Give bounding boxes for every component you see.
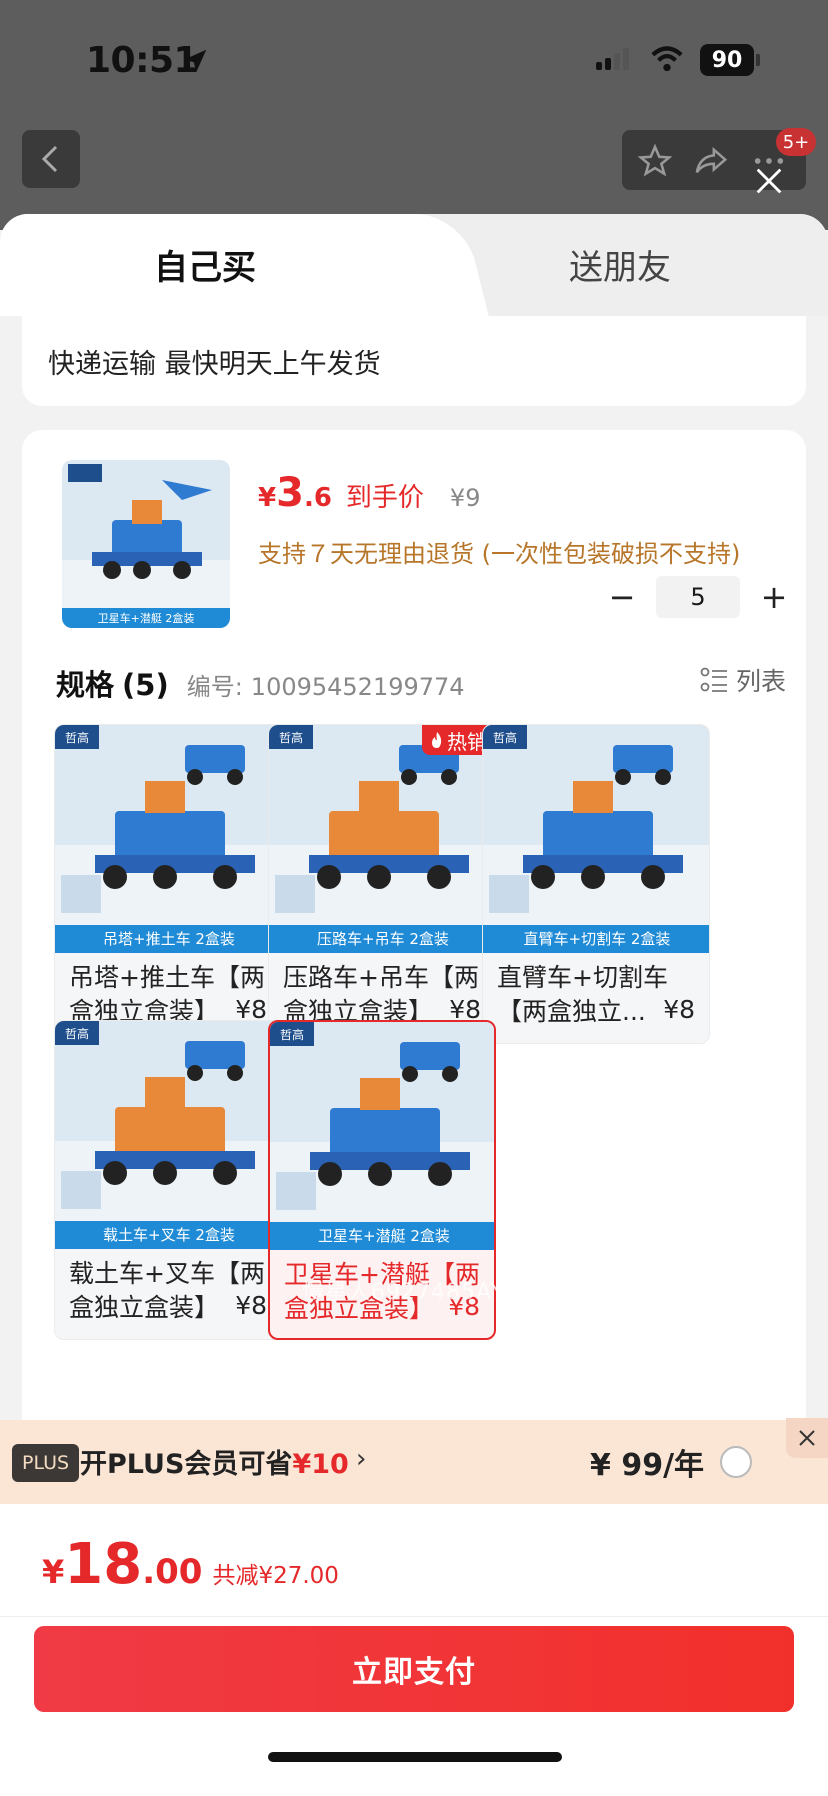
background-page: 10:51 90 5+	[0, 0, 828, 230]
watermark-text: 慢星人6927485AY	[302, 1280, 505, 1305]
option-image: 哲高卫星车+潜艇 2盒装	[270, 1022, 494, 1250]
status-bar: 10:51 90	[0, 0, 828, 110]
decrease-button[interactable]: −	[602, 577, 642, 617]
product-main-image[interactable]: 卫星车+潜艇 2盒装	[62, 460, 230, 628]
total-currency: ¥	[42, 1553, 65, 1591]
total-discount: 共减¥27.00	[212, 1563, 339, 1589]
spec-option-1[interactable]: 哲高 吊塔+推土车 2盒装 吊塔+推土车【两盒独立盒装】 ¥8	[54, 724, 282, 1044]
plus-radio[interactable]	[720, 1446, 752, 1478]
option-price: ¥8	[231, 1291, 267, 1320]
close-icon[interactable]	[752, 164, 786, 198]
increase-button[interactable]: +	[754, 577, 794, 617]
plus-text-prefix: 开PLUS会员可省	[80, 1449, 293, 1480]
option-image-caption: 吊塔+推土车 2盒装	[103, 930, 235, 948]
location-arrow-icon	[183, 49, 207, 73]
fire-icon	[432, 732, 442, 748]
close-icon	[799, 1430, 815, 1446]
purchase-sheet: 自己买 送朋友 快递运输 最快明天上午发货 卫星车+潜艇 2盒装 ¥ 3 .6 …	[0, 214, 828, 1796]
tab-buy-self-label[interactable]: 自己买	[0, 240, 410, 289]
spec-count: (5)	[122, 668, 169, 702]
quantity-input[interactable]: 5	[656, 576, 740, 618]
brand-logo: 哲高	[65, 730, 89, 745]
shipping-text: 快递运输 最快明天上午发货	[48, 349, 381, 380]
plus-price: ¥ 99/年	[590, 1448, 705, 1483]
pay-now-button[interactable]: 立即支付	[34, 1626, 794, 1712]
brand-logo: 哲高	[493, 730, 517, 745]
option-image: 哲高压路车+吊车 2盒装	[269, 725, 495, 953]
battery-tip	[756, 54, 760, 66]
chevron-right-icon: ›	[356, 1444, 367, 1474]
option-image: 哲高直臂车+切割车 2盒装	[483, 725, 709, 953]
star-icon[interactable]	[638, 144, 672, 178]
total-price: ¥ 18 .00 共减¥27.00	[42, 1532, 339, 1597]
chevron-left-icon	[41, 145, 58, 173]
product-image: 卫星车+潜艇 2盒装	[62, 460, 230, 628]
option-image-caption: 载土车+叉车 2盒装	[103, 1226, 235, 1244]
list-view-toggle[interactable]: 列表	[700, 662, 786, 698]
notification-badge: 5+	[776, 128, 816, 156]
home-indicator	[268, 1752, 562, 1762]
price-row: ¥ 3 .6 到手价 ¥9	[258, 470, 480, 516]
spec-option-3[interactable]: 哲高 直臂车+切割车 2盒装 直臂车+切割车【两盒独立... ¥8	[482, 724, 710, 1044]
list-icon	[700, 667, 727, 692]
list-view-label: 列表	[735, 667, 786, 696]
shipping-card: 快递运输 最快明天上午发货	[22, 316, 806, 406]
battery-indicator: 90	[700, 44, 754, 76]
share-icon[interactable]	[694, 144, 728, 178]
price-decimal: .6	[303, 483, 332, 513]
brand-logo: 哲高	[279, 730, 303, 745]
plus-tag: PLUS	[12, 1444, 80, 1482]
option-image-caption: 卫星车+潜艇 2盒装	[318, 1227, 450, 1245]
product-image-caption: 卫星车+潜艇 2盒装	[98, 611, 195, 625]
brand-logo: 哲高	[65, 1026, 89, 1041]
spec-code: 10095452199774	[250, 673, 465, 701]
spec-option-2[interactable]: 哲高 压路车+吊车 2盒装 压路车+吊车【两盒独立盒装】 ¥8 热销	[268, 724, 496, 1044]
option-image: 哲高载土车+叉车 2盒装	[55, 1021, 281, 1249]
tab-gift-friend[interactable]: 送朋友	[470, 240, 770, 289]
brand-logo: 哲高	[280, 1027, 304, 1042]
return-policy: 支持７天无理由退货 (一次性包装破损不支持)	[258, 540, 741, 568]
price-currency: ¥	[258, 483, 277, 513]
spec-header: 规格 (5) 编号: 10095452199774 列表	[56, 662, 786, 704]
tab-bar: 自己买 送朋友	[0, 214, 828, 316]
original-price: ¥9	[449, 484, 481, 512]
option-image: 哲高吊塔+推土车 2盒装	[55, 725, 281, 953]
plus-save-amount: ¥10	[292, 1449, 349, 1480]
back-button[interactable]	[22, 130, 80, 188]
total-decimal: .00	[142, 1552, 203, 1592]
spec-option-4[interactable]: 哲高 载土车+叉车 2盒装 载土车+叉车【两盒独立盒装】 ¥8	[54, 1020, 282, 1340]
total-integer: 18	[64, 1532, 143, 1597]
option-price: ¥8	[659, 995, 695, 1024]
spec-title: 规格	[56, 668, 115, 702]
option-image-caption: 压路车+吊车 2盒装	[317, 930, 449, 948]
wifi-icon	[651, 46, 683, 72]
signal-icon	[596, 48, 629, 70]
plus-text: 开PLUS会员可省¥10	[80, 1442, 349, 1481]
checkout-bar: ¥ 18 .00 共减¥27.00 立即支付	[0, 1504, 828, 1796]
plus-membership-bar[interactable]: PLUS 开PLUS会员可省¥10 › ¥ 99/年	[0, 1418, 828, 1504]
option-image-caption: 直臂车+切割车 2盒装	[524, 930, 671, 948]
spec-code-label: 编号:	[186, 673, 243, 701]
price-tag: 到手价	[345, 483, 424, 513]
price-integer: 3	[276, 470, 304, 516]
plus-close-button[interactable]	[786, 1418, 828, 1458]
divider	[0, 1616, 828, 1617]
quantity-stepper: − 5 +	[602, 576, 794, 618]
hot-label: 热销	[447, 729, 487, 754]
